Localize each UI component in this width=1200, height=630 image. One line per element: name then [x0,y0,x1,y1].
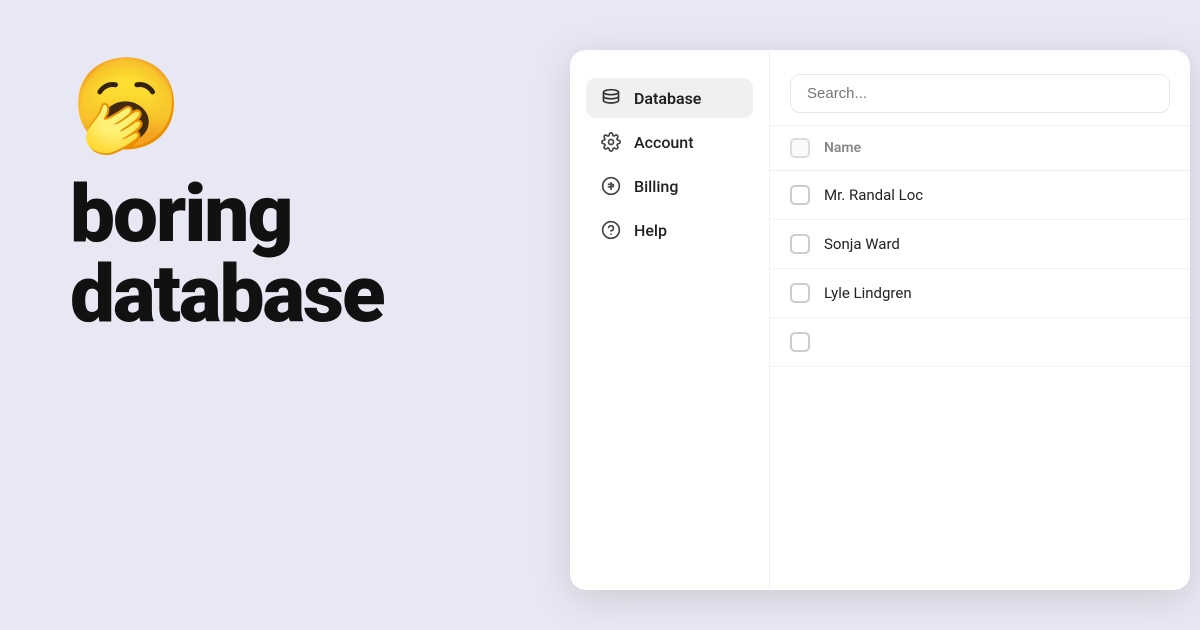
question-icon [600,220,622,240]
table-header-row: Name [770,126,1190,171]
sidebar: Database Account [570,50,770,590]
sidebar-label-help: Help [634,221,667,240]
row-name-1: Mr. Randal Loc [824,186,923,204]
row-checkbox-4[interactable] [790,332,810,352]
sidebar-item-help[interactable]: Help [586,210,753,250]
row-name-2: Sonja Ward [824,235,900,253]
headline-line2: database [70,247,384,341]
dollar-icon [600,176,622,196]
search-input[interactable] [790,74,1170,113]
database-icon [600,88,622,108]
search-bar-area [770,50,1190,126]
headline: boring database [70,174,500,334]
app-window: Database Account [570,50,1190,590]
row-name-3: Lyle Lindgren [824,284,912,302]
row-checkbox-3[interactable] [790,283,810,303]
sidebar-item-database[interactable]: Database [586,78,753,118]
sidebar-item-account[interactable]: Account [586,122,753,162]
main-content: Name Mr. Randal Loc Sonja Ward Lyle Lind… [770,50,1190,590]
sidebar-label-account: Account [634,133,694,152]
right-panel: Database Account [560,0,1200,630]
row-checkbox-2[interactable] [790,234,810,254]
gear-icon [600,132,622,152]
yawning-emoji: 🥱 [70,60,500,150]
name-column-header: Name [824,140,861,156]
header-checkbox[interactable] [790,138,810,158]
row-checkbox-1[interactable] [790,185,810,205]
table-row: Sonja Ward [770,220,1190,269]
sidebar-item-billing[interactable]: Billing [586,166,753,206]
table-row-partial [770,318,1190,367]
table-row: Mr. Randal Loc [770,171,1190,220]
sidebar-label-billing: Billing [634,177,678,196]
table-area: Name Mr. Randal Loc Sonja Ward Lyle Lind… [770,126,1190,590]
table-row: Lyle Lindgren [770,269,1190,318]
left-panel: 🥱 boring database [0,0,560,630]
sidebar-label-database: Database [634,89,701,108]
